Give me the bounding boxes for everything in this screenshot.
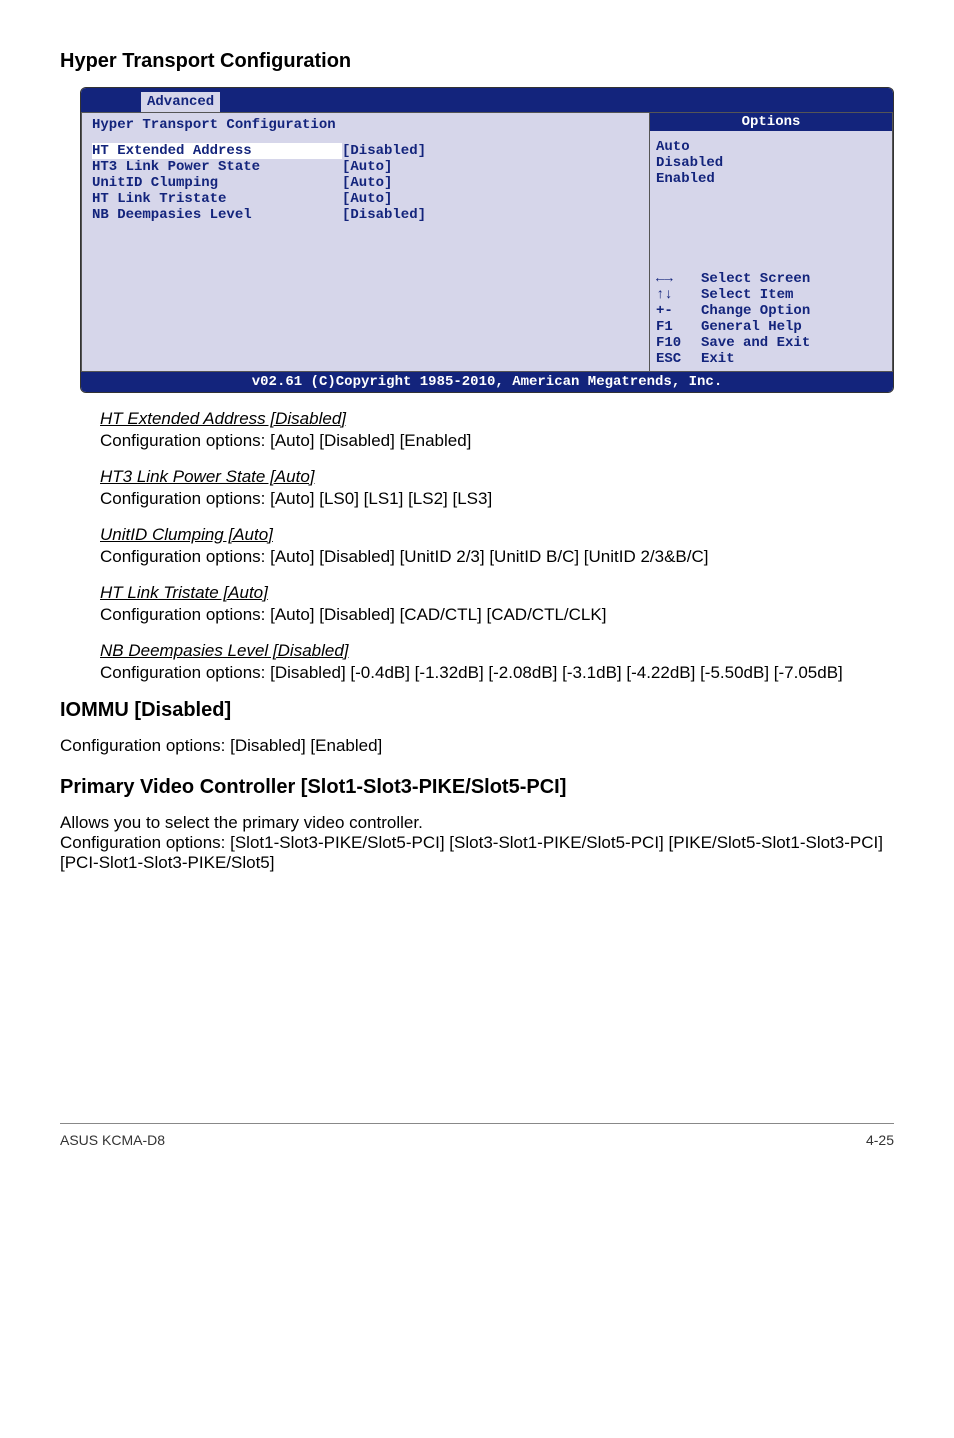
item-text: Configuration options: [Auto] [Disabled]… <box>100 605 894 625</box>
bios-nav-help: ←→Select Screen ↑↓Select Item +-Change O… <box>656 271 886 367</box>
bios-nav-action: Save and Exit <box>701 335 810 351</box>
bios-nav-action: Select Item <box>701 287 793 303</box>
bios-field-val: [Disabled] <box>342 143 426 159</box>
bios-field-val: [Disabled] <box>342 207 426 223</box>
section-title-primary-video: Primary Video Controller [Slot1-Slot3-PI… <box>60 776 894 799</box>
bios-field-val: [Auto] <box>342 159 392 175</box>
bios-field: HT Link Tristate [Auto] <box>92 191 639 207</box>
item-title: NB Deempasies Level [Disabled] <box>100 641 894 661</box>
footer-right: 4-25 <box>866 1132 894 1148</box>
bios-left-panel: Hyper Transport Configuration HT Extende… <box>81 112 649 372</box>
item-title: HT Link Tristate [Auto] <box>100 583 894 603</box>
bios-field-val: [Auto] <box>342 191 392 207</box>
footer-left: ASUS KCMA-D8 <box>60 1132 165 1148</box>
bios-nav-action: General Help <box>701 319 802 335</box>
bios-field: HT3 Link Power State [Auto] <box>92 159 639 175</box>
bios-field-key: HT Link Tristate <box>92 191 342 207</box>
page-footer: ASUS KCMA-D8 4-25 <box>60 1123 894 1148</box>
bios-screenshot: Advanced Hyper Transport Configuration H… <box>80 87 894 393</box>
bios-field-key: HT3 Link Power State <box>92 159 342 175</box>
bios-field-key: HT Extended Address <box>92 143 342 159</box>
bios-option: Disabled <box>656 155 886 171</box>
bios-nav-key: ↑↓ <box>656 287 701 303</box>
bios-field: NB Deempasies Level [Disabled] <box>92 207 639 223</box>
section-title-hypertransport: Hyper Transport Configuration <box>60 50 894 73</box>
bios-nav-key: F1 <box>656 319 701 335</box>
section-text: Configuration options: [Disabled] [Enabl… <box>60 736 894 756</box>
bios-nav-key: ESC <box>656 351 701 367</box>
item-text: Configuration options: [Auto] [Disabled]… <box>100 431 894 451</box>
bios-option: Auto <box>656 139 886 155</box>
bios-field: UnitID Clumping [Auto] <box>92 175 639 191</box>
bios-nav-key: F10 <box>656 335 701 351</box>
bios-field-val: [Auto] <box>342 175 392 191</box>
bios-tab-advanced: Advanced <box>141 92 220 112</box>
item-text: Configuration options: [Auto] [LS0] [LS1… <box>100 489 894 509</box>
bios-nav-key: +- <box>656 303 701 319</box>
bios-field-key: NB Deempasies Level <box>92 207 342 223</box>
bios-field: HT Extended Address [Disabled] <box>92 143 639 159</box>
item-text: Configuration options: [Disabled] [-0.4d… <box>100 663 894 683</box>
item-title: UnitID Clumping [Auto] <box>100 525 894 545</box>
bios-nav-key: ←→ <box>656 271 701 287</box>
bios-options-label: Options <box>650 113 892 131</box>
bios-field-key: UnitID Clumping <box>92 175 342 191</box>
bios-nav-action: Select Screen <box>701 271 810 287</box>
section-title-iommu: IOMMU [Disabled] <box>60 699 894 722</box>
bios-right-panel: Options Auto Disabled Enabled ←→Select S… <box>649 112 893 372</box>
item-title: HT3 Link Power State [Auto] <box>100 467 894 487</box>
item-title: HT Extended Address [Disabled] <box>100 409 894 429</box>
bios-nav-action: Exit <box>701 351 735 367</box>
item-text: Configuration options: [Auto] [Disabled]… <box>100 547 894 567</box>
bios-option: Enabled <box>656 171 886 187</box>
bios-nav-action: Change Option <box>701 303 810 319</box>
bios-footer: v02.61 (C)Copyright 1985-2010, American … <box>81 372 893 392</box>
bios-panel-title: Hyper Transport Configuration <box>92 117 639 137</box>
section-text: Allows you to select the primary video c… <box>60 813 894 873</box>
bios-tabbar: Advanced <box>81 88 893 112</box>
